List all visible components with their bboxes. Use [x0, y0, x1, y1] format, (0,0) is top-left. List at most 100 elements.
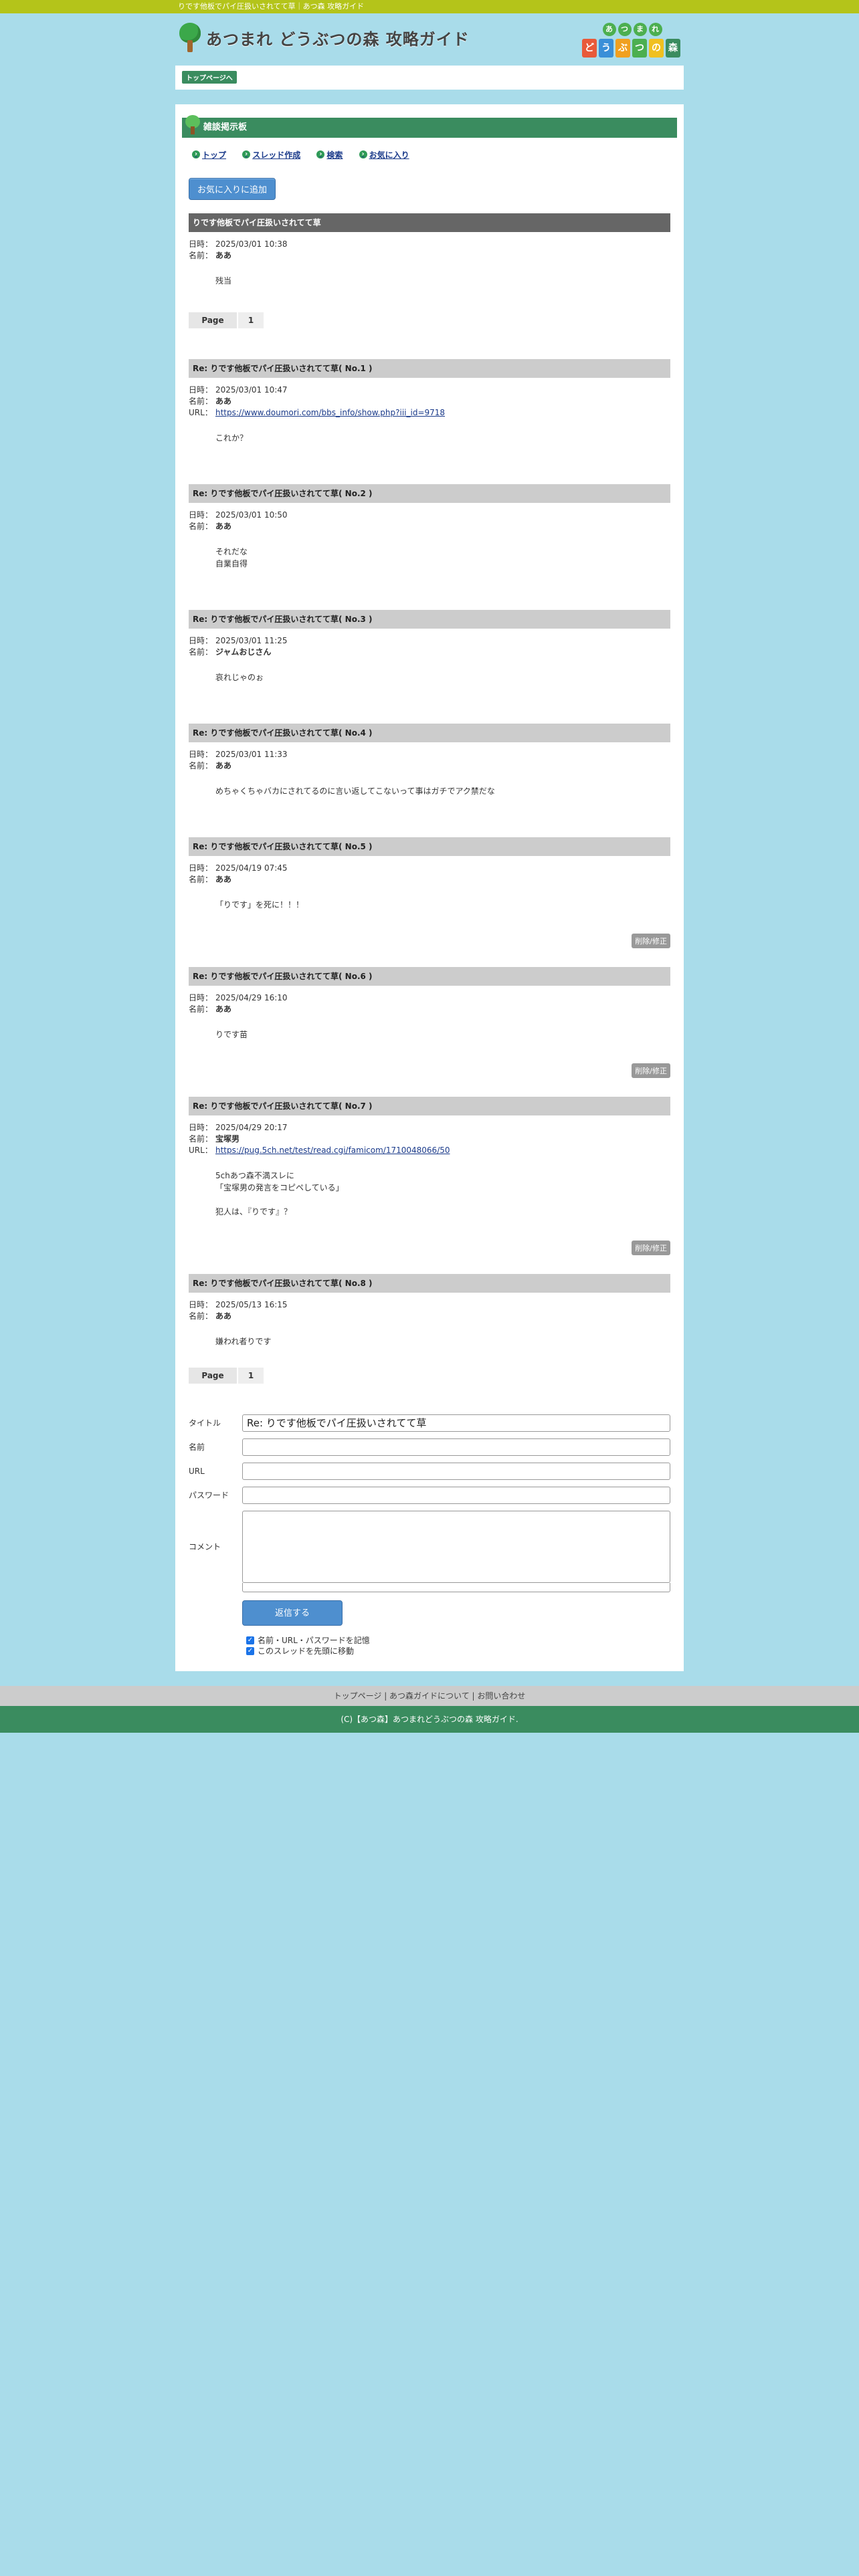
- url-input[interactable]: [242, 1462, 670, 1480]
- reply-title: Re: りです他板でパイ圧扱いされてて草( No.2 ): [189, 484, 670, 503]
- post-author: ジャムおじさん: [215, 647, 272, 657]
- thread-title: りです他板でパイ圧扱いされてて草: [189, 213, 670, 232]
- reply-title: Re: りです他板でパイ圧扱いされてて草( No.1 ): [189, 358, 670, 378]
- reply-title: Re: りです他板でパイ圧扱いされてて草( No.5 ): [189, 837, 670, 856]
- post-author: 宝塚男: [215, 1134, 240, 1144]
- comment-resize-bar[interactable]: [242, 1582, 670, 1592]
- comment-label: コメント: [189, 1542, 221, 1551]
- page-label: Page: [189, 312, 237, 328]
- page-number[interactable]: 1: [237, 312, 264, 328]
- submit-button[interactable]: 返信する: [242, 1600, 343, 1626]
- date-label: 日時：: [189, 1299, 213, 1309]
- post-date: 2025/03/01 11:25: [215, 635, 288, 645]
- post-meta: 日時： 2025/05/13 16:15 名前： ああ: [189, 1299, 670, 1322]
- section-title: 雑談掲示板: [182, 115, 677, 138]
- post-date: 2025/03/01 11:33: [215, 749, 288, 759]
- main-content: 雑談掲示板 › トップ › スレッド作成 › 検索 › お気に入り お気に入りに追加 り…: [175, 104, 684, 1671]
- reply-title: Re: りです他板でパイ圧扱いされてて草( No.6 ): [189, 966, 670, 986]
- tree-icon: [185, 115, 201, 135]
- form-options: ✓ 名前・URL・パスワードを記憶 ✓ このスレッドを先頭に移動: [246, 1635, 670, 1656]
- nav-top-link[interactable]: › トップ: [192, 149, 226, 160]
- site-header: あつまれ どうぶつの森 攻略ガイド あつまれ どうぶつの森: [175, 13, 684, 66]
- nav-favorites-link[interactable]: › お気に入り: [359, 149, 409, 160]
- post-meta: 日時： 2025/04/29 16:10 名前： ああ: [189, 992, 670, 1015]
- comment-textarea[interactable]: [242, 1510, 670, 1583]
- post-body-line: 犯人は、『りです』？: [215, 1206, 292, 1216]
- date-label: 日時：: [189, 992, 213, 1002]
- breadcrumb-top-link[interactable]: トップページへ: [182, 71, 237, 84]
- nav-new-thread-link[interactable]: › スレッド作成: [242, 149, 300, 160]
- post-body: 哀れじゃのぉ: [215, 671, 670, 683]
- pagination: Page 1: [189, 312, 670, 328]
- thread-post: りです他板でパイ圧扱いされてて草 日時： 2025/03/01 10:38 名前：…: [189, 213, 670, 287]
- post-author: ああ: [215, 396, 232, 406]
- date-label: 日時：: [189, 510, 213, 520]
- page-number[interactable]: 1: [237, 1367, 264, 1384]
- name-input[interactable]: [242, 1438, 670, 1456]
- arrow-circle-icon: ›: [316, 150, 325, 158]
- post-url-link[interactable]: https://www.doumori.com/bbs_info/show.ph…: [215, 408, 445, 417]
- date-label: 日時：: [189, 239, 213, 249]
- name-label: 名前：: [189, 521, 213, 531]
- name-label: 名前：: [189, 874, 213, 884]
- reply-list: Re: りです他板でパイ圧扱いされてて草( No.1 ) 日時： 2025/03/…: [189, 358, 670, 1348]
- nav-search-link[interactable]: › 検索: [316, 149, 343, 160]
- top-bar: りです他板でパイ圧扱いされてて草｜あつ森 攻略ガイド: [0, 0, 859, 13]
- password-label: パスワード: [189, 1491, 229, 1500]
- post-meta: 日時： 2025/03/01 11:33 名前： ああ: [189, 749, 670, 772]
- date-label: 日時：: [189, 1122, 213, 1132]
- reply-title: Re: りです他板でパイ圧扱いされてて草( No.7 ): [189, 1096, 670, 1115]
- footer-links[interactable]: トップページ | あつ森ガイドについて | お問い合わせ: [0, 1685, 859, 1706]
- post-date: 2025/04/29 16:10: [215, 992, 288, 1002]
- title-input[interactable]: [242, 1414, 670, 1432]
- tree-icon: [178, 23, 202, 52]
- delete-edit-button[interactable]: 削除/修正: [632, 1063, 670, 1078]
- arrow-circle-icon: ›: [242, 150, 251, 158]
- nav-favorites-label: お気に入り: [369, 150, 409, 160]
- url-label: URL: [189, 1466, 205, 1476]
- breadcrumb: トップページへ: [175, 66, 684, 90]
- name-label: 名前：: [189, 1004, 213, 1014]
- nav-search-label: 検索: [326, 150, 343, 160]
- brand-bottom-char: 森: [666, 39, 680, 58]
- post-date: 2025/04/19 07:45: [215, 863, 288, 873]
- reply-title: Re: りです他板でパイ圧扱いされてて草( No.4 ): [189, 723, 670, 742]
- post-meta: 日時： 2025/03/01 10:47 名前： ああ URL： https://www…: [189, 385, 670, 419]
- delete-edit-button[interactable]: 削除/修正: [632, 1240, 670, 1255]
- post-body: りです苗: [215, 1029, 670, 1041]
- reply-post: Re: りです他板でパイ圧扱いされてて草( No.3 ) 日時： 2025/03/…: [189, 609, 670, 683]
- site-logo[interactable]: あつまれ どうぶつの森 攻略ガイド: [178, 23, 470, 52]
- name-label: 名前: [189, 1442, 205, 1452]
- post-body-line: 「りです」を死に！！！: [215, 899, 304, 909]
- post-body: 5chあつ森不満スレに 「宝塚男の発言をコピペしている」 犯人は、『りです』？: [215, 1170, 670, 1218]
- post-body-line: [215, 1194, 670, 1206]
- arrow-circle-icon: ›: [359, 150, 367, 158]
- brand-top-char: ま: [633, 23, 647, 36]
- checkbox-remember[interactable]: ✓: [246, 1636, 254, 1644]
- page-title-bar: りです他板でパイ圧扱いされてて草｜あつ森 攻略ガイド: [178, 2, 365, 11]
- post-body-line: これか？: [215, 433, 248, 443]
- name-label: 名前：: [189, 760, 213, 770]
- reply-title: Re: りです他板でパイ圧扱いされてて草( No.8 ): [189, 1273, 670, 1293]
- post-date: 2025/03/01 10:50: [215, 510, 288, 520]
- post-author: ああ: [215, 521, 232, 531]
- brand-top-char: つ: [617, 23, 632, 36]
- post-author: ああ: [215, 874, 232, 884]
- name-label: 名前：: [189, 647, 213, 657]
- reply-post: Re: りです他板でパイ圧扱いされてて草( No.2 ) 日時： 2025/03/…: [189, 484, 670, 570]
- add-favorite-button[interactable]: お気に入りに追加: [189, 177, 276, 200]
- brand-logo: あつまれ どうぶつの森: [582, 23, 682, 60]
- post-url-link[interactable]: https://pug.5ch.net/test/read.cgi/famico…: [215, 1146, 450, 1155]
- date-label: 日時：: [189, 863, 213, 873]
- password-input[interactable]: [242, 1486, 670, 1504]
- checkbox-move-top[interactable]: ✓: [246, 1646, 254, 1655]
- post-meta: 日時： 2025/03/01 11:25 名前： ジャムおじさん: [189, 635, 670, 658]
- reply-post: Re: りです他板でパイ圧扱いされてて草( No.8 ) 日時： 2025/05/…: [189, 1273, 670, 1348]
- move-top-label: このスレッドを先頭に移動: [258, 1646, 355, 1656]
- brand-top-char: れ: [648, 23, 662, 36]
- post-meta: 日時： 2025/04/29 20:17 名前： 宝塚男 URL： https://pu…: [189, 1122, 670, 1156]
- delete-edit-button[interactable]: 削除/修正: [632, 933, 670, 948]
- reply-post: Re: りです他板でパイ圧扱いされてて草( No.7 ) 日時： 2025/04/…: [189, 1096, 670, 1255]
- reply-post: Re: りです他板でパイ圧扱いされてて草( No.6 ) 日時： 2025/04/…: [189, 966, 670, 1078]
- section-title-text: 雑談掲示板: [203, 122, 248, 132]
